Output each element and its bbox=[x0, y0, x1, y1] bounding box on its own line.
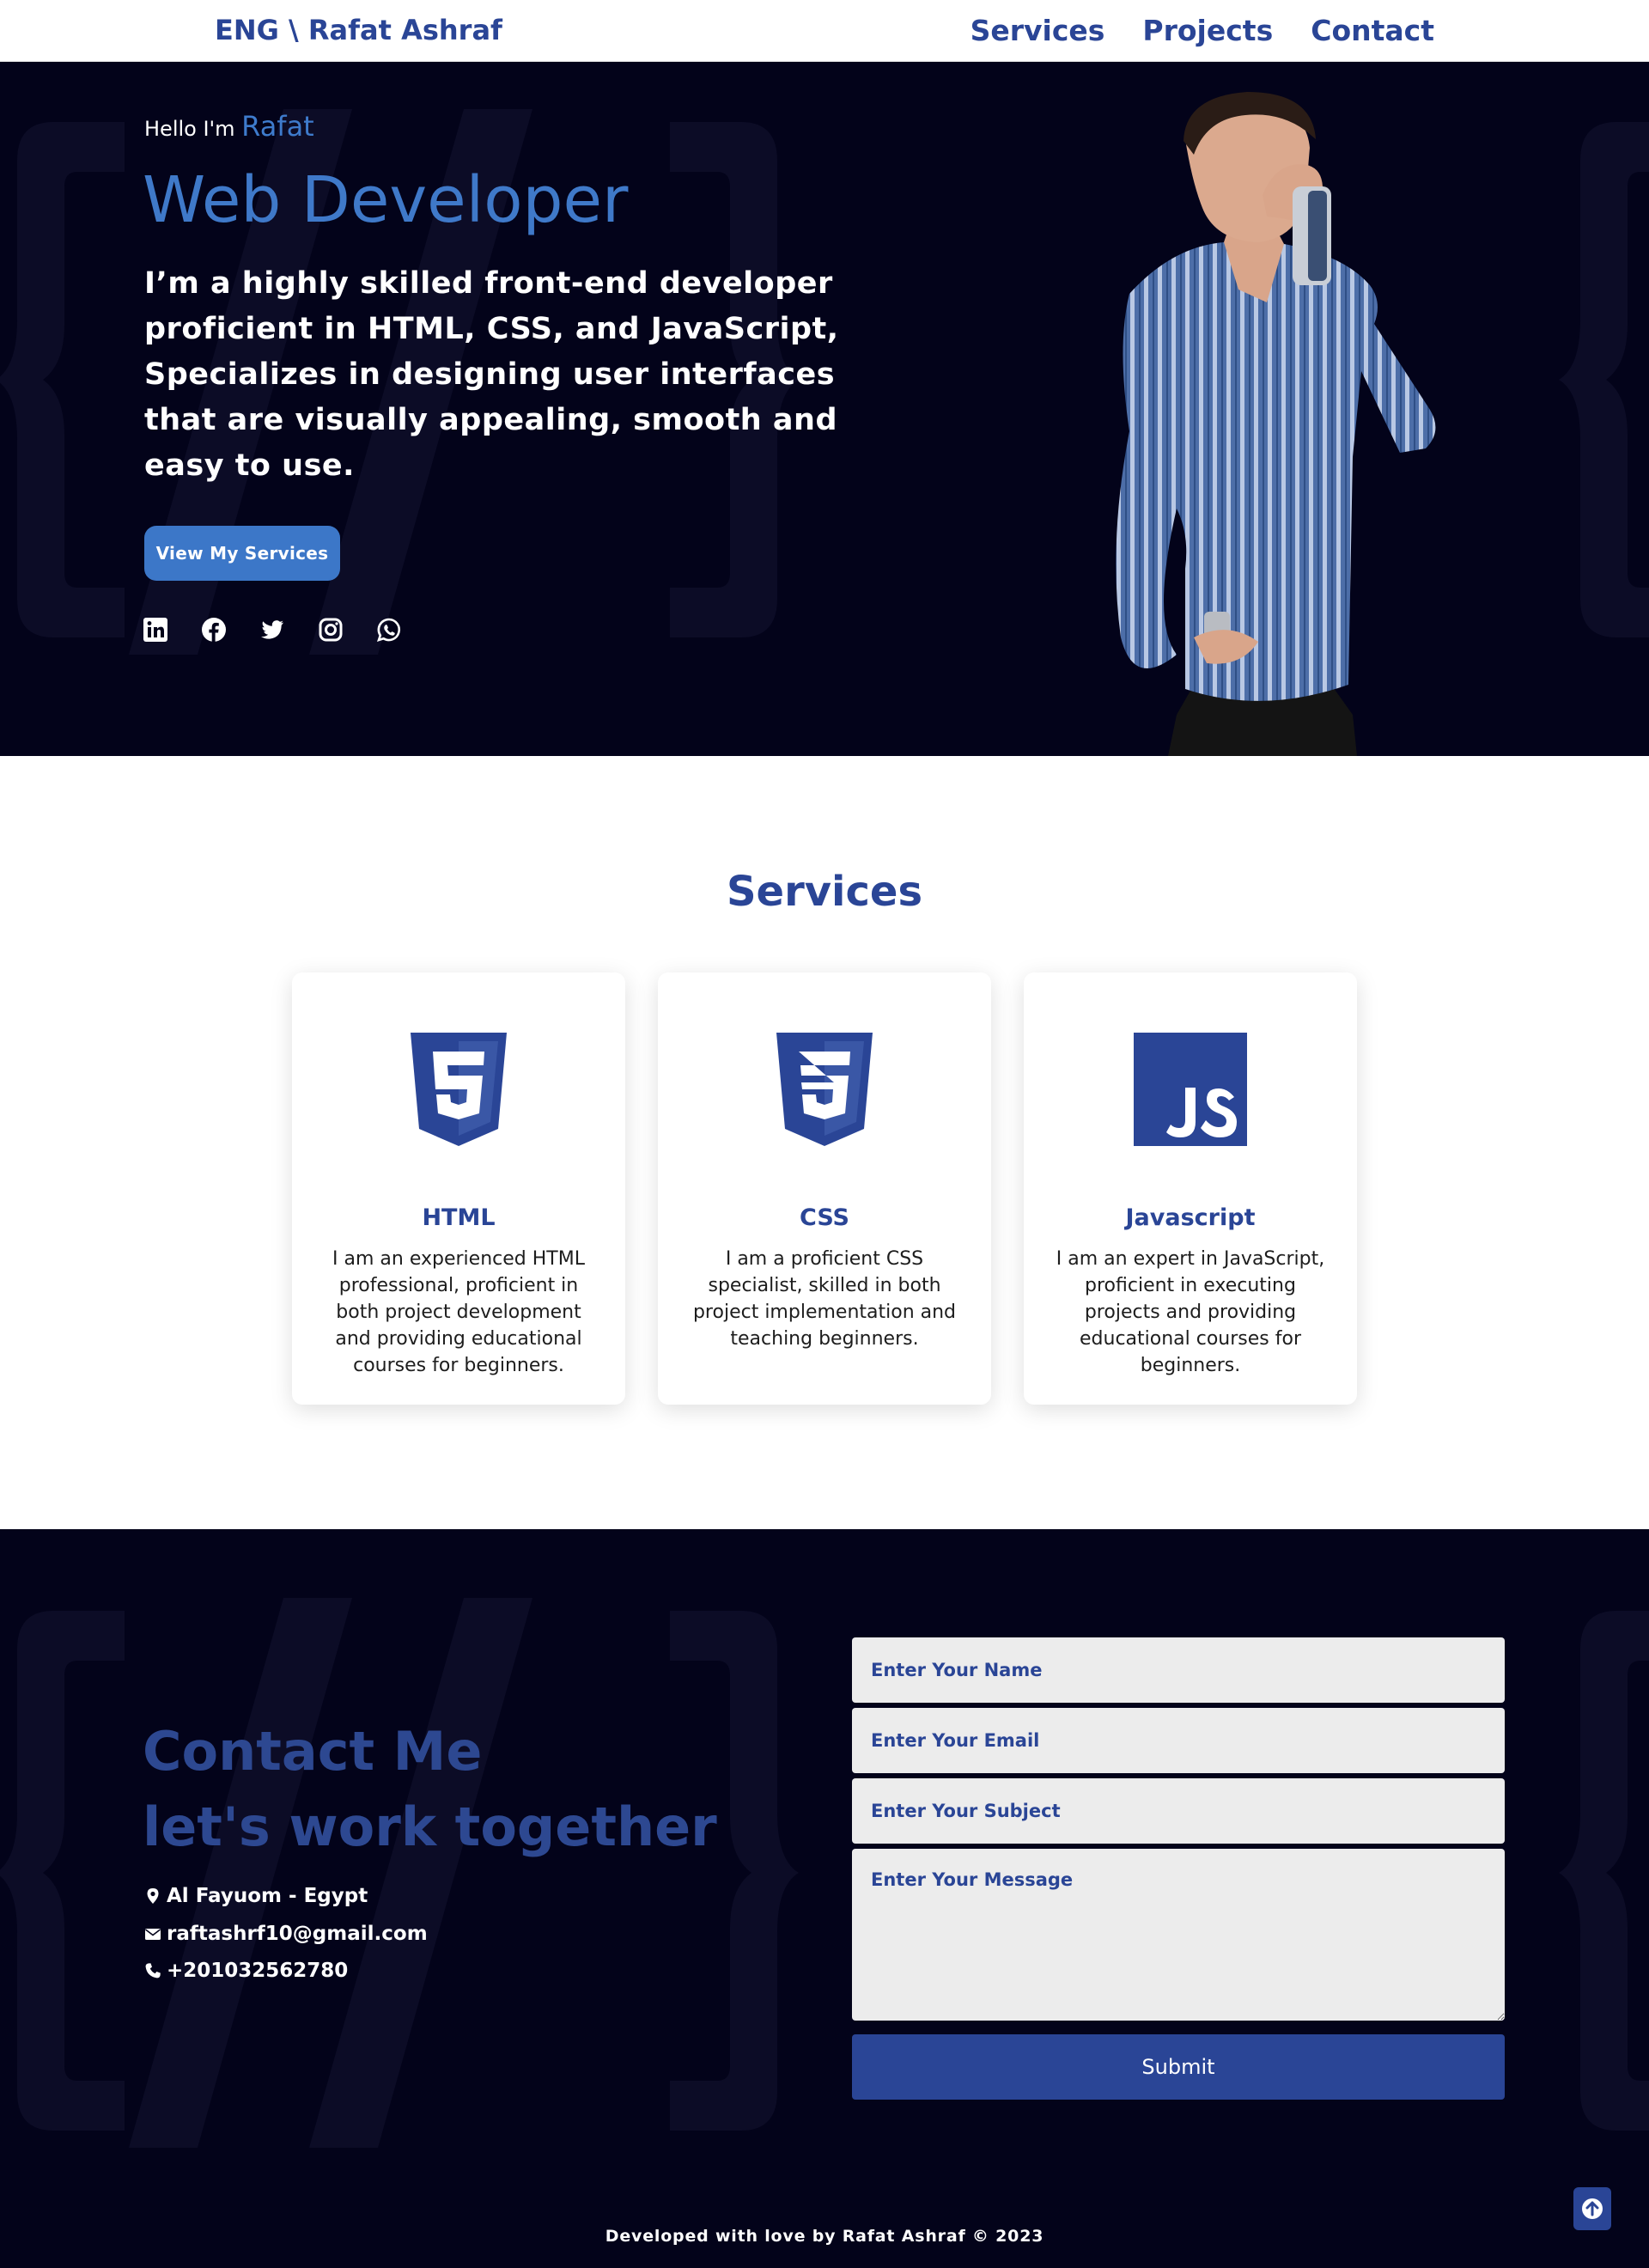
contact-email: raftashrf10@gmail.com bbox=[144, 1923, 428, 1945]
scroll-to-top-button[interactable] bbox=[1573, 2187, 1611, 2230]
hero-description: I’m a highly skilled front-end developer… bbox=[144, 266, 839, 483]
nav-link-services[interactable]: Services bbox=[971, 12, 1105, 50]
service-card-title: CSS bbox=[800, 1204, 849, 1231]
social-links bbox=[143, 617, 402, 643]
greeting-text: Hello I'm bbox=[144, 117, 235, 141]
javascript-icon bbox=[1134, 1033, 1247, 1146]
facebook-icon bbox=[202, 618, 226, 642]
contact-location: Al Fayuom - Egypt bbox=[144, 1885, 368, 1907]
hero-title: Web Developer bbox=[143, 163, 629, 237]
footer-credit: Developed with love by Rafat Ashraf © 20… bbox=[605, 2227, 1044, 2246]
service-card-title: HTML bbox=[422, 1204, 496, 1231]
message-textarea[interactable] bbox=[852, 1849, 1505, 2021]
service-card-text: I am a proficient CSS specialist, skille… bbox=[692, 1248, 957, 1350]
location-text: Al Fayuom - Egypt bbox=[167, 1885, 368, 1907]
contact-section: Contact Me let's work together Al Fayuom… bbox=[0, 1529, 1649, 2268]
phone-text: +201032562780 bbox=[167, 1960, 349, 1982]
service-card-text: I am an experienced HTML professional, p… bbox=[332, 1248, 585, 1376]
service-card-javascript: Javascript I am an expert in JavaScript,… bbox=[1024, 972, 1357, 1405]
contact-subtitle: let's work together bbox=[143, 1796, 717, 1858]
name-input[interactable] bbox=[852, 1637, 1505, 1703]
linkedin-link[interactable] bbox=[143, 617, 168, 643]
css3-icon bbox=[776, 1033, 873, 1146]
service-card-title: Javascript bbox=[1125, 1204, 1256, 1231]
arrow-up-icon bbox=[1582, 2198, 1603, 2219]
nav-link-contact[interactable]: Contact bbox=[1311, 12, 1434, 50]
contact-phone: +201032562780 bbox=[144, 1960, 348, 1982]
navbar: ENG \ Rafat Ashraf Services Projects Con… bbox=[0, 0, 1649, 62]
service-card-text: I am an expert in JavaScript, proficient… bbox=[1056, 1248, 1325, 1376]
twitter-link[interactable] bbox=[259, 617, 285, 643]
email-text: raftashrf10@gmail.com bbox=[167, 1923, 428, 1945]
map-pin-icon bbox=[147, 1888, 159, 1904]
brand-logo-link[interactable]: ENG \ Rafat Ashraf bbox=[215, 14, 502, 46]
submit-button[interactable]: Submit bbox=[852, 2034, 1505, 2100]
contact-title: Contact Me bbox=[143, 1720, 483, 1783]
profile-photo bbox=[1116, 92, 1436, 756]
nav-links: Services Projects Contact bbox=[971, 12, 1434, 50]
services-section: Services HTML I am an experienced HTML p… bbox=[0, 756, 1649, 1529]
hero-section: Hello I'm Rafat Web Developer I’m a high… bbox=[0, 62, 1649, 756]
facebook-link[interactable] bbox=[201, 617, 227, 643]
twitter-icon bbox=[261, 620, 283, 639]
nav-link-projects[interactable]: Projects bbox=[1142, 12, 1273, 50]
greeting-name: Rafat bbox=[241, 110, 314, 143]
whatsapp-link[interactable] bbox=[376, 617, 402, 643]
whatsapp-icon bbox=[376, 618, 401, 642]
service-card-css: CSS I am a proficient CSS specialist, sk… bbox=[658, 972, 991, 1405]
hero-greeting: Hello I'm Rafat bbox=[144, 110, 314, 143]
instagram-link[interactable] bbox=[318, 617, 344, 643]
html5-icon bbox=[411, 1033, 507, 1146]
instagram-icon bbox=[319, 618, 343, 642]
envelope-icon bbox=[145, 1929, 161, 1940]
linkedin-icon bbox=[143, 618, 167, 642]
subject-input[interactable] bbox=[852, 1778, 1505, 1844]
phone-icon bbox=[145, 1963, 161, 1978]
view-services-button[interactable]: View My Services bbox=[144, 526, 340, 581]
email-input[interactable] bbox=[852, 1708, 1505, 1773]
service-card-html: HTML I am an experienced HTML profession… bbox=[292, 972, 625, 1405]
services-title: Services bbox=[726, 868, 923, 916]
